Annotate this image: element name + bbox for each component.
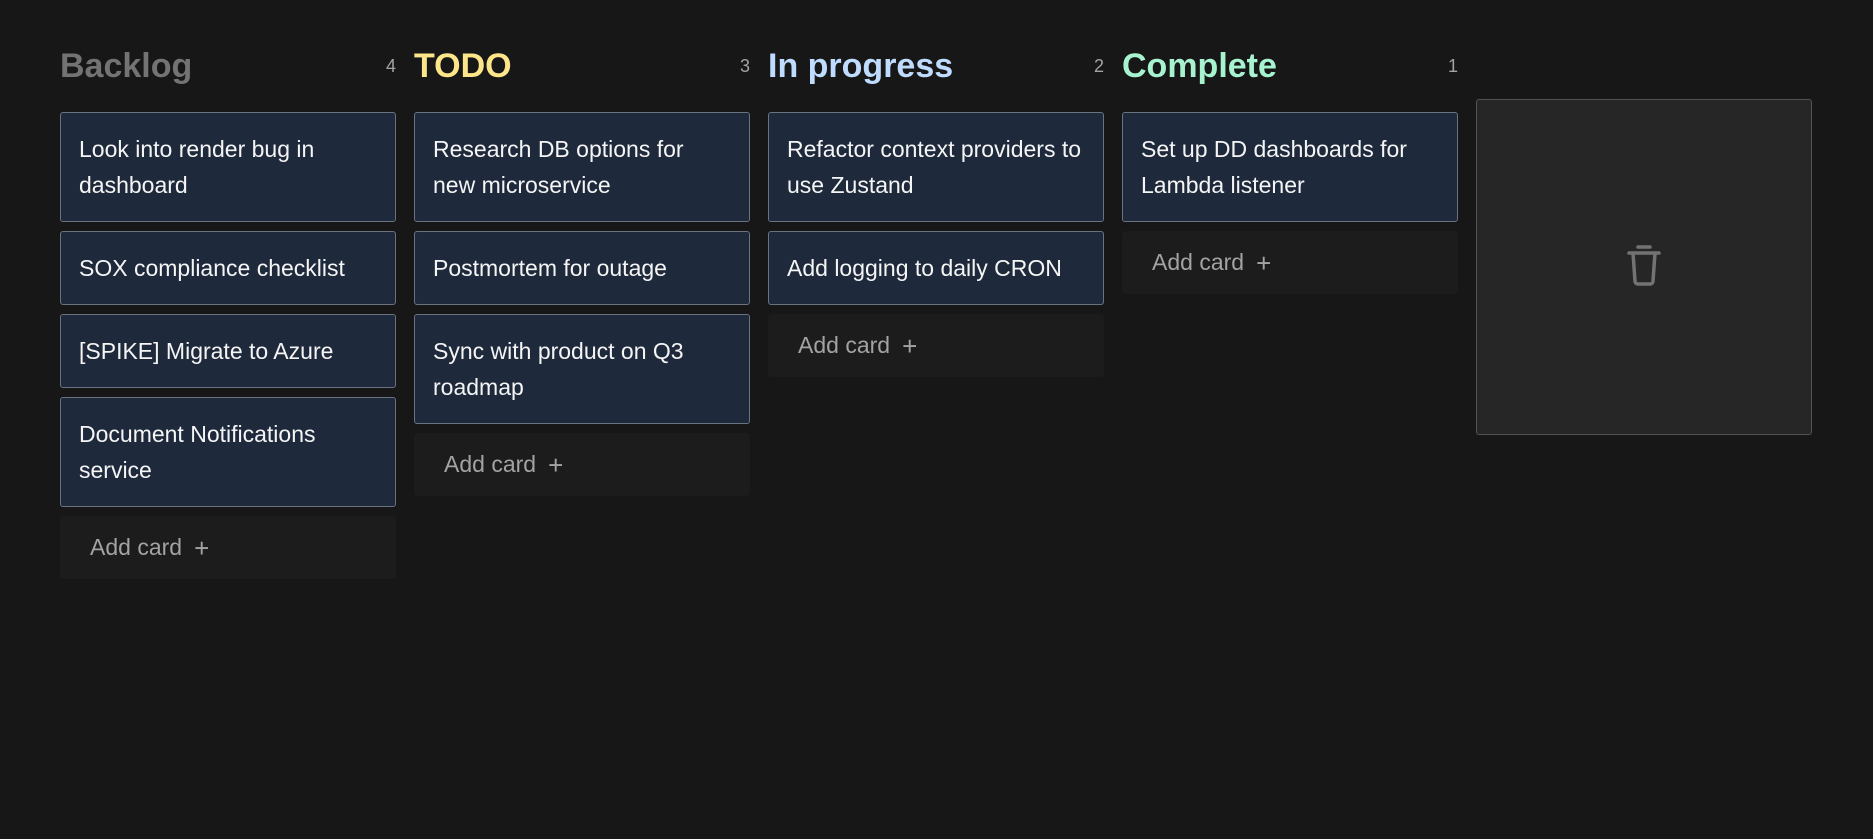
- column-todo: TODO 3 Research DB options for new micro…: [414, 40, 750, 496]
- column-header: In progress 2: [768, 40, 1104, 92]
- add-card-label: Add card: [90, 534, 183, 560]
- plus-icon: +: [1256, 247, 1272, 278]
- task-card[interactable]: [SPIKE] Migrate to Azure: [60, 314, 396, 388]
- task-card[interactable]: SOX compliance checklist: [60, 231, 396, 305]
- card-count: 4: [385, 55, 396, 76]
- add-card-button[interactable]: Add card +: [1122, 231, 1458, 294]
- plus-icon: +: [194, 532, 210, 563]
- card-list: Look into render bug in dashboard SOX co…: [60, 112, 396, 516]
- task-card[interactable]: Add logging to daily CRON: [768, 231, 1104, 305]
- column-backlog: Backlog 4 Look into render bug in dashbo…: [60, 40, 396, 579]
- column-header: TODO 3: [414, 40, 750, 92]
- card-count: 2: [1093, 55, 1104, 76]
- task-card[interactable]: Set up DD dashboards for Lambda listener: [1122, 112, 1458, 222]
- card-list: Research DB options for new microservice…: [414, 112, 750, 433]
- add-card-label: Add card: [1152, 249, 1245, 275]
- card-count: 1: [1447, 55, 1458, 76]
- plus-icon: +: [902, 330, 918, 361]
- add-card-button[interactable]: Add card +: [768, 314, 1104, 377]
- task-card[interactable]: Look into render bug in dashboard: [60, 112, 396, 222]
- task-card[interactable]: Postmortem for outage: [414, 231, 750, 305]
- task-card[interactable]: Refactor context providers to use Zustan…: [768, 112, 1104, 222]
- column-in-progress: In progress 2 Refactor context providers…: [768, 40, 1104, 377]
- column-title: In progress: [768, 47, 954, 85]
- column-title: Complete: [1122, 47, 1277, 85]
- column-header: Backlog 4: [60, 40, 396, 92]
- card-list: Refactor context providers to use Zustan…: [768, 112, 1104, 314]
- column-title: Backlog: [60, 47, 193, 85]
- card-list: Set up DD dashboards for Lambda listener: [1122, 112, 1458, 231]
- trash-drop-zone[interactable]: [1476, 99, 1812, 435]
- plus-icon: +: [548, 449, 564, 480]
- column-title: TODO: [414, 47, 512, 85]
- task-card[interactable]: Document Notifications service: [60, 397, 396, 507]
- kanban-board: Backlog 4 Look into render bug in dashbo…: [60, 40, 1458, 579]
- task-card[interactable]: Sync with product on Q3 roadmap: [414, 314, 750, 424]
- column-complete: Complete 1 Set up DD dashboards for Lamb…: [1122, 40, 1458, 294]
- add-card-label: Add card: [798, 332, 891, 358]
- column-header: Complete 1: [1122, 40, 1458, 92]
- card-count: 3: [739, 55, 750, 76]
- trash-icon: [1624, 243, 1664, 292]
- add-card-button[interactable]: Add card +: [414, 433, 750, 496]
- task-card[interactable]: Research DB options for new microservice: [414, 112, 750, 222]
- add-card-button[interactable]: Add card +: [60, 516, 396, 579]
- add-card-label: Add card: [444, 451, 537, 477]
